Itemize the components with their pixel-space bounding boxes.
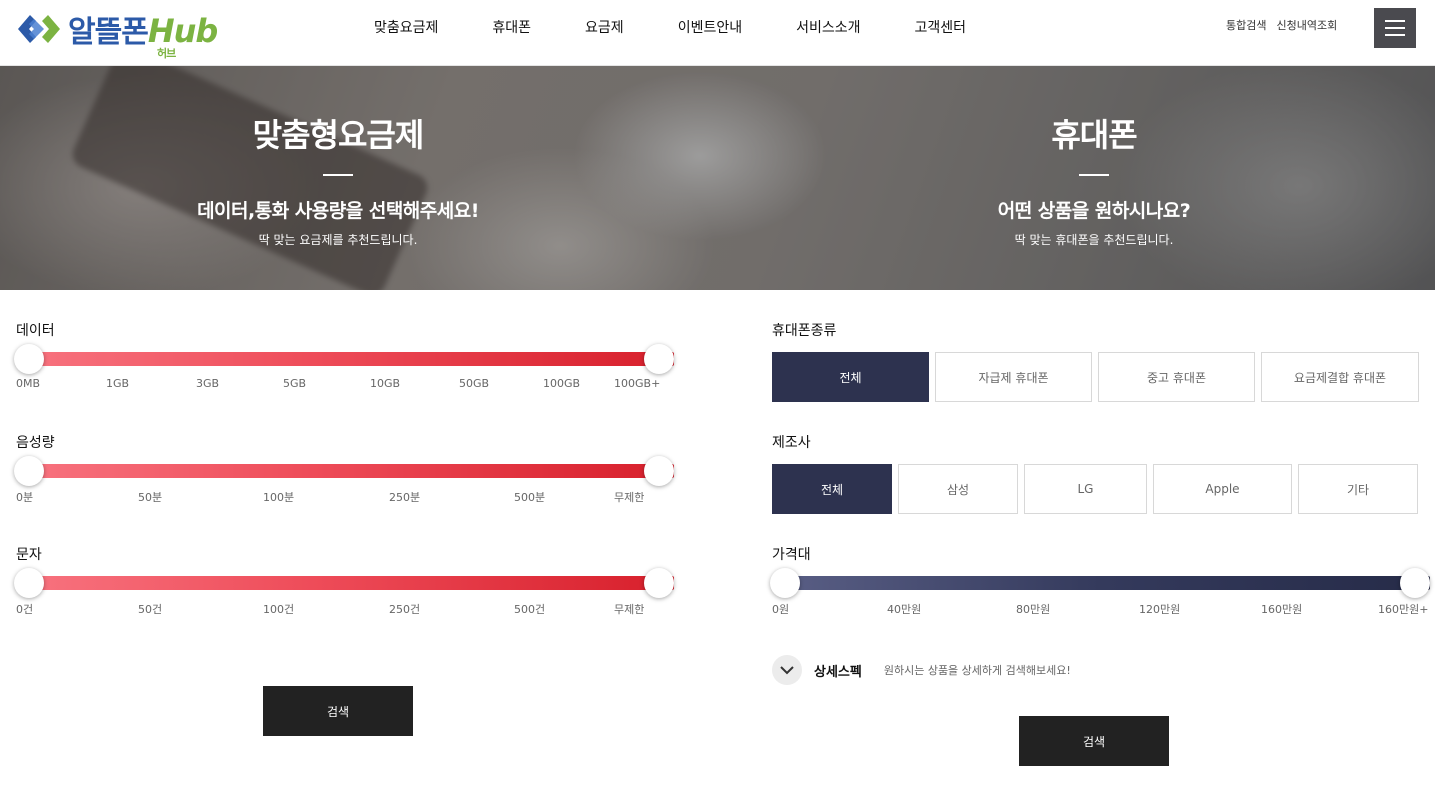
maker-all-button[interactable]: 전체 [772, 464, 892, 514]
nav-item-support[interactable]: 고객센터 [915, 17, 967, 37]
phone-type-used-button[interactable]: 중고 휴대폰 [1098, 352, 1255, 402]
data-slider-track[interactable] [16, 352, 674, 366]
data-ticks: 0MB 1GB 3GB 5GB 10GB 50GB 100GB 100GB+ [16, 377, 676, 393]
hero-plan-subtitle: 데이터,통화 사용량을 선택해주세요! [197, 200, 479, 222]
tick-label: 500분 [514, 491, 546, 504]
hamburger-icon [1385, 20, 1405, 22]
hero-phone: 휴대폰 어떤 상품을 원하시나요? 딱 맞는 휴대폰을 추천드립니다. [894, 66, 1294, 248]
nav-item-custom-plan[interactable]: 맞춤요금제 [374, 17, 438, 37]
tick-label: 160만원 [1261, 603, 1303, 616]
price-ticks: 0원 40만원 80만원 120만원 160만원 160만원+ [772, 601, 1432, 617]
detail-spec-toggle[interactable] [772, 655, 802, 685]
tick-label: 0MB [16, 377, 41, 390]
maker-options: 전체 삼성 LG Apple 기타 [772, 464, 1418, 514]
tick-label: 40만원 [887, 603, 922, 616]
price-label: 가격대 [772, 547, 811, 563]
data-slider-min-handle[interactable] [14, 344, 44, 374]
logo-mark-icon [18, 15, 60, 43]
tick-label: 100건 [263, 603, 295, 616]
data-slider-max-handle[interactable] [644, 344, 674, 374]
tick-label: 1GB [106, 377, 130, 390]
nav-item-phone[interactable]: 휴대폰 [492, 17, 531, 37]
nav-item-event[interactable]: 이벤트안내 [678, 17, 742, 37]
tick-label: 80만원 [1016, 603, 1051, 616]
tick-label: 100GB [543, 377, 581, 390]
tick-label: 100GB+ [614, 377, 661, 390]
tick-label: 0원 [772, 603, 790, 616]
sms-slider-track[interactable] [16, 576, 674, 590]
tick-label: 50분 [138, 491, 163, 504]
hero-plan-desc: 딱 맞는 요금제를 추천드립니다. [258, 233, 418, 247]
voice-label: 음성량 [16, 435, 55, 451]
phone-search-button[interactable]: 검색 [1019, 716, 1169, 766]
hero-divider [1079, 174, 1109, 176]
logo-text: 알뜰폰 [68, 15, 149, 50]
tick-label: 100분 [263, 491, 295, 504]
hero-plan: 맞춤형요금제 데이터,통화 사용량을 선택해주세요! 딱 맞는 요금제를 추천드… [138, 66, 538, 248]
tick-label: 무제한 [614, 603, 645, 616]
price-slider-max-handle[interactable] [1400, 568, 1430, 598]
nav-item-plan[interactable]: 요금제 [585, 17, 624, 37]
hero-phone-title: 휴대폰 [1051, 116, 1137, 154]
tick-label: 0건 [16, 603, 34, 616]
voice-slider-max-handle[interactable] [644, 456, 674, 486]
tick-label: 500건 [514, 603, 546, 616]
maker-label: 제조사 [772, 435, 811, 451]
logo-sub-text: 허브 [157, 47, 176, 60]
hero-phone-desc: 딱 맞는 휴대폰을 추천드립니다. [1014, 233, 1174, 247]
tick-label: 250분 [389, 491, 421, 504]
tick-label: 250건 [389, 603, 421, 616]
maker-other-button[interactable]: 기타 [1298, 464, 1418, 514]
maker-apple-button[interactable]: Apple [1153, 464, 1292, 514]
phone-type-label: 휴대폰종류 [772, 323, 837, 339]
tick-label: 50GB [459, 377, 490, 390]
tick-label: 3GB [196, 377, 220, 390]
detail-spec-desc: 원하시는 상품을 상세하게 검색해보세요! [883, 664, 1071, 677]
voice-slider[interactable] [14, 456, 674, 486]
util-links: 통합검색 신청내역조회 [1226, 17, 1337, 33]
hero-divider [323, 174, 353, 176]
sms-slider-max-handle[interactable] [644, 568, 674, 598]
voice-slider-track[interactable] [16, 464, 674, 478]
price-slider[interactable] [770, 568, 1430, 598]
hero-plan-title: 맞춤형요금제 [252, 116, 425, 154]
phone-type-options: 전체 자급제 휴대폰 중고 휴대폰 요금제결합 휴대폰 [772, 352, 1419, 402]
hamburger-menu-button[interactable] [1374, 8, 1416, 48]
data-slider[interactable] [14, 344, 674, 374]
data-label: 데이터 [16, 323, 55, 339]
phone-type-bundle-button[interactable]: 요금제결합 휴대폰 [1261, 352, 1419, 402]
tick-label: 50건 [138, 603, 163, 616]
site-header: 알뜰폰Hub 허브 맞춤요금제 휴대폰 요금제 이벤트안내 서비스소개 고객센터… [0, 0, 1435, 66]
site-logo[interactable]: 알뜰폰Hub 허브 [16, 6, 218, 60]
sms-slider-min-handle[interactable] [14, 568, 44, 598]
tick-label: 무제한 [614, 491, 645, 504]
maker-samsung-button[interactable]: 삼성 [898, 464, 1018, 514]
tick-label: 160만원+ [1378, 603, 1429, 616]
hero-phone-subtitle: 어떤 상품을 원하시나요? [997, 200, 1191, 222]
maker-lg-button[interactable]: LG [1024, 464, 1147, 514]
sms-ticks: 0건 50건 100건 250건 500건 무제한 [16, 601, 676, 617]
plan-search-button[interactable]: 검색 [263, 686, 413, 736]
tick-label: 5GB [283, 377, 307, 390]
application-history-link[interactable]: 신청내역조회 [1276, 17, 1337, 33]
voice-slider-min-handle[interactable] [14, 456, 44, 486]
price-slider-min-handle[interactable] [770, 568, 800, 598]
tick-label: 120만원 [1139, 603, 1181, 616]
main-nav: 맞춤요금제 휴대폰 요금제 이벤트안내 서비스소개 고객센터 [374, 17, 966, 37]
price-slider-track[interactable] [772, 576, 1430, 590]
sms-slider[interactable] [14, 568, 674, 598]
detail-spec: 상세스펙 원하시는 상품을 상세하게 검색해보세요! [772, 655, 1071, 685]
hero-banner: 맞춤형요금제 데이터,통화 사용량을 선택해주세요! 딱 맞는 요금제를 추천드… [0, 66, 1435, 290]
tick-label: 10GB [370, 377, 401, 390]
detail-spec-title[interactable]: 상세스펙 [814, 661, 862, 680]
sms-label: 문자 [16, 547, 42, 563]
phone-type-unlocked-button[interactable]: 자급제 휴대폰 [935, 352, 1092, 402]
nav-item-service[interactable]: 서비스소개 [796, 17, 860, 37]
chevron-down-icon [780, 665, 794, 674]
phone-type-all-button[interactable]: 전체 [772, 352, 929, 402]
voice-ticks: 0분 50분 100분 250분 500분 무제한 [16, 489, 676, 505]
tick-label: 0분 [16, 491, 34, 504]
integrated-search-link[interactable]: 통합검색 [1226, 17, 1266, 33]
